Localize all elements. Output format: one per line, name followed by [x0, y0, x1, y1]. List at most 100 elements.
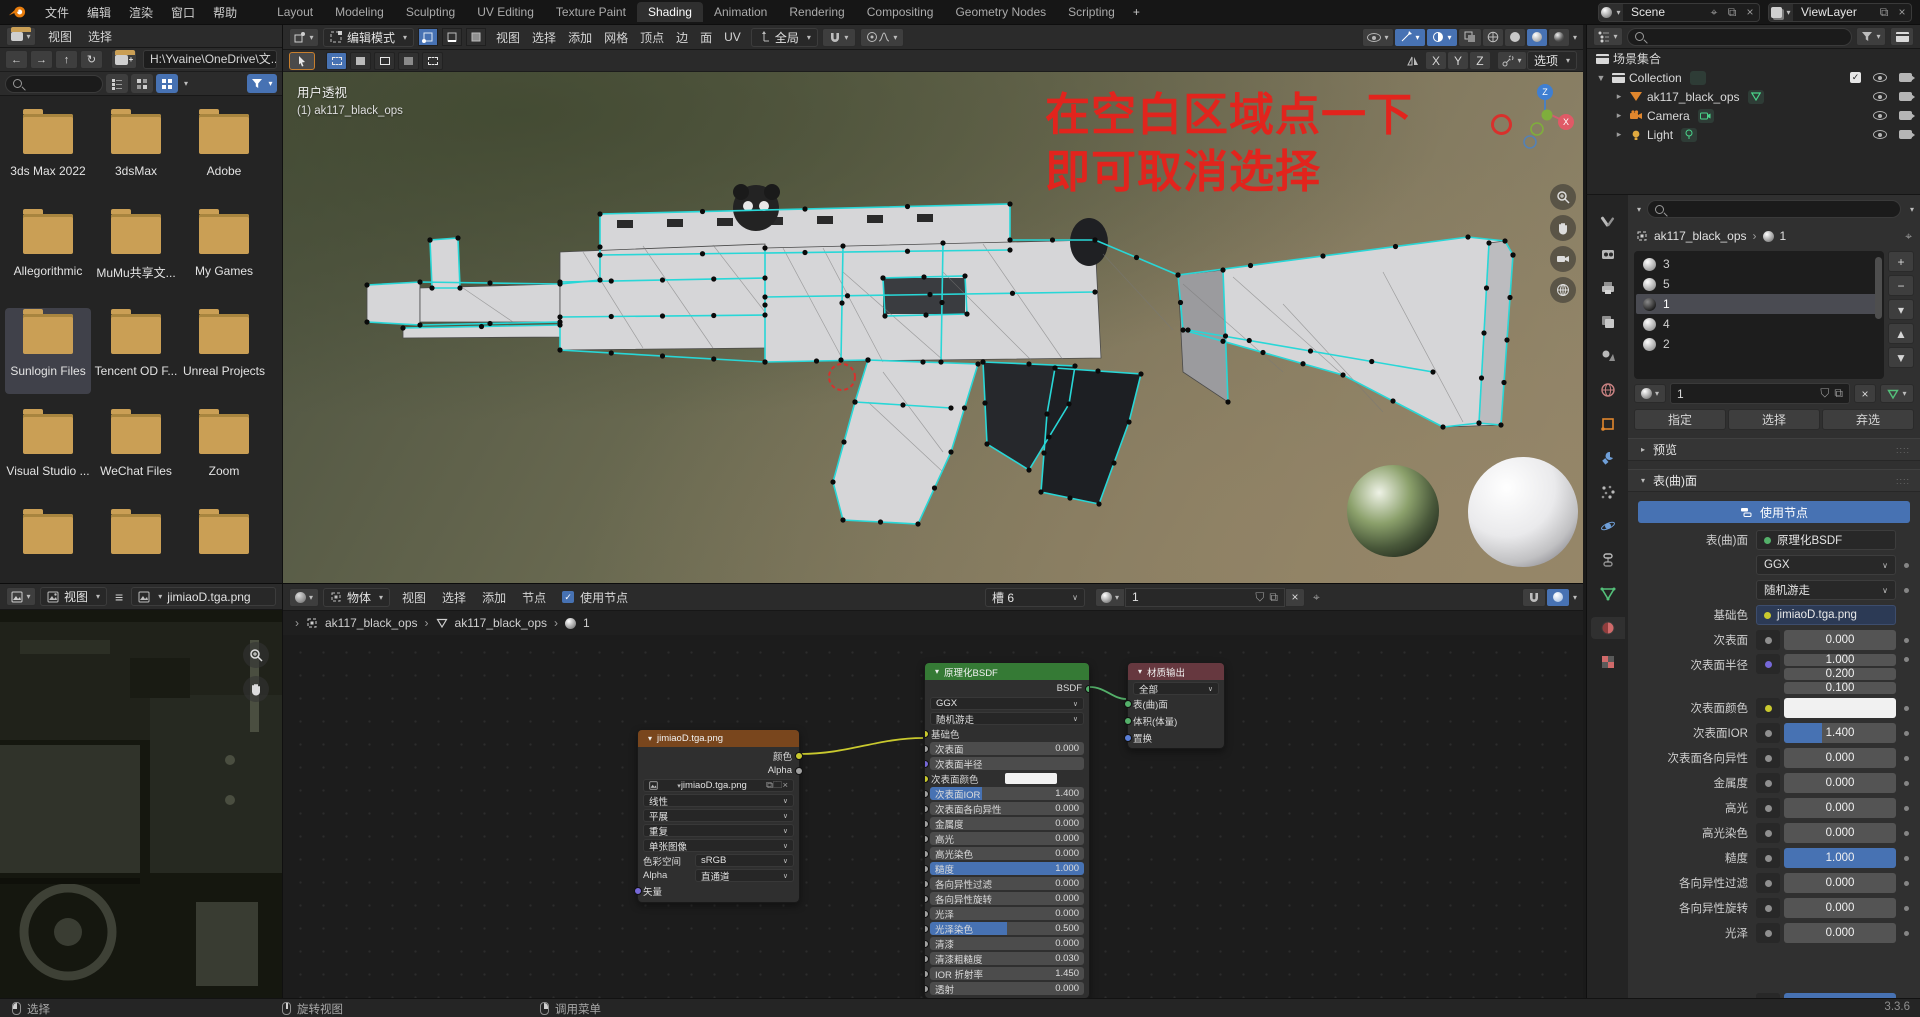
distribution-dropdown[interactable]: GGX∨ [1756, 555, 1896, 575]
refresh-button[interactable]: ↻ [80, 50, 103, 69]
socket-indicator[interactable] [1756, 848, 1780, 868]
viewlayer-selector[interactable]: ▾ ViewLayer ⧉ × [1768, 3, 1912, 22]
folder-tile[interactable]: MuMu共享文... [93, 208, 179, 294]
input-socket[interactable] [924, 985, 929, 993]
workspace-tab[interactable]: Modeling [324, 2, 395, 22]
input-socket[interactable] [924, 775, 929, 783]
select-box-intersect-button[interactable] [422, 52, 443, 70]
viewport-menu-item[interactable]: 视图 [490, 27, 526, 48]
workspace-tab[interactable]: Rendering [778, 2, 855, 22]
select-box-subtract-button[interactable] [374, 52, 395, 70]
input-field[interactable]: 光泽 0.000 [930, 907, 1084, 920]
shader-menu-item[interactable]: 选择 [434, 587, 474, 608]
select-box-new-button[interactable] [326, 52, 347, 70]
slot-scrollbar[interactable] [1875, 257, 1882, 319]
mirror-x-button[interactable]: X [1425, 51, 1447, 70]
image-mode-dropdown[interactable]: 视图▾ [40, 587, 107, 606]
navigation-gizmo[interactable]: Z X [1515, 82, 1575, 152]
snap-falloff-button[interactable]: ▾ [1497, 51, 1527, 70]
input-socket[interactable] [924, 955, 929, 963]
keyframe-dot[interactable] [1900, 731, 1912, 736]
select-box-extend-button[interactable] [350, 52, 371, 70]
value-slider[interactable]: 0.000 [1784, 923, 1896, 943]
overlays-toggle[interactable]: ▾ [1426, 28, 1458, 47]
tab-render[interactable] [1591, 243, 1625, 265]
file-browser-menu-item[interactable]: 视图 [40, 26, 80, 47]
tab-particles[interactable] [1591, 481, 1625, 503]
image-selector[interactable]: ▾ jimiaoD.tga.png ⧉ 🗀 × [643, 779, 794, 792]
path-field[interactable]: H:\Yvaine\OneDrive\文... [143, 50, 277, 69]
select-box-invert-button[interactable] [398, 52, 419, 70]
node-dropdown[interactable]: 平展∨ [643, 809, 794, 822]
folder-tile[interactable]: Allegorithmic [5, 208, 91, 294]
material-slot[interactable]: 2 [1636, 334, 1882, 354]
workspace-tab[interactable]: Scripting [1057, 2, 1126, 22]
input-field[interactable]: 清漆粗糙度 0.030 [930, 952, 1084, 965]
folder-tile[interactable]: Sunlogin Files [5, 308, 91, 394]
tab-object-data[interactable] [1591, 583, 1625, 605]
value-slider[interactable]: 0.000 [1784, 748, 1896, 768]
shading-rendered-button[interactable] [1548, 28, 1570, 47]
breadcrumb-material[interactable]: 1 [1780, 229, 1787, 243]
keyframe-dot[interactable] [1900, 831, 1912, 836]
display-settings-chevron[interactable]: ▾ [184, 79, 188, 88]
input-field[interactable]: 高光染色 0.000 [930, 847, 1084, 860]
socket-indicator[interactable] [1756, 923, 1780, 943]
hide-viewport-icon[interactable] [1873, 73, 1887, 82]
workspace-tab[interactable]: Compositing [856, 2, 945, 22]
hide-render-icon[interactable] [1899, 111, 1912, 120]
socket-indicator[interactable] [1756, 823, 1780, 843]
bsdf-node-header[interactable]: ▾原理化BSDF [925, 663, 1089, 680]
principled-bsdf-node[interactable]: ▾原理化BSDF BSDF GGX∨ 随机游走∨ 基础色 [924, 662, 1090, 998]
view-thumbnails-button[interactable] [156, 74, 178, 93]
outliner-item[interactable]: ▸ Light ✓ [1587, 125, 1920, 144]
input-socket[interactable] [924, 835, 929, 843]
node-canvas[interactable]: ▾jimiaoD.tga.png 颜色 Alpha [283, 635, 1583, 998]
input-field[interactable]: 糙度 1.000 [930, 862, 1084, 875]
outliner-item[interactable]: ▸ Camera ✓ [1587, 106, 1920, 125]
value-slider[interactable]: 1.000 [1784, 848, 1896, 868]
material-slot[interactable]: 1 [1636, 294, 1882, 314]
vector-socket[interactable] [634, 887, 642, 895]
socket-indicator[interactable] [1756, 898, 1780, 918]
keyframe-dot[interactable] [1900, 756, 1912, 761]
face-select-button[interactable] [466, 28, 486, 46]
back-button[interactable]: ← [5, 50, 28, 69]
folder-tile[interactable]: 3ds Max 2022 [5, 108, 91, 194]
copy-icon[interactable]: ⧉ [1269, 590, 1278, 605]
overlay-toggle[interactable] [1546, 588, 1570, 607]
snap-magnet-button[interactable] [1522, 588, 1546, 607]
input-field[interactable]: 各向异性旋转 0.000 [930, 892, 1084, 905]
outliner-item[interactable]: ▼ Collection ✓ [1587, 68, 1920, 87]
input-socket[interactable] [924, 730, 929, 738]
input-socket[interactable] [924, 910, 929, 918]
workspace-tab[interactable]: Shading [637, 2, 703, 22]
up-button[interactable]: ↑ [55, 50, 78, 69]
new-folder-button[interactable]: + [111, 50, 137, 69]
copy-icon[interactable]: ⧉ [766, 780, 773, 791]
tab-object[interactable] [1591, 413, 1625, 435]
browse-material-button[interactable]: ▾ [1634, 384, 1666, 403]
assign-button[interactable]: 选择 [1728, 409, 1820, 430]
viewport-menu-item[interactable]: 添加 [562, 27, 598, 48]
preview-section-header[interactable]: ▸预览:::: [1628, 438, 1920, 461]
file-search-input[interactable] [5, 75, 103, 93]
tab-modifiers[interactable] [1591, 447, 1625, 469]
collection-checkbox[interactable]: ✓ [1850, 72, 1861, 83]
expander-icon[interactable]: ▸ [1613, 129, 1625, 140]
slot-move-down-button[interactable]: ▼ [1888, 347, 1914, 368]
shading-options-chevron[interactable]: ▾ [1573, 33, 1577, 42]
viewlayer-copy-icon[interactable]: ⧉ [1875, 5, 1893, 20]
shading-solid-button[interactable] [1504, 28, 1526, 47]
node-dropdown[interactable]: 重复∨ [643, 824, 794, 837]
add-slot-button[interactable]: + [1888, 251, 1914, 272]
xray-toggle[interactable] [1458, 28, 1482, 47]
vertex-select-button[interactable] [418, 28, 438, 46]
bsdf-output-socket[interactable] [1085, 685, 1090, 693]
input-socket[interactable] [924, 805, 929, 813]
filter-toggle-button[interactable]: ▾ [247, 74, 277, 93]
value-slider[interactable]: 0.000 [1784, 773, 1896, 793]
mesh-data-dropdown[interactable]: ▾ [1880, 384, 1914, 403]
texture-preview[interactable] [0, 610, 283, 998]
output-node-header[interactable]: ▾材质输出 [1128, 663, 1224, 680]
